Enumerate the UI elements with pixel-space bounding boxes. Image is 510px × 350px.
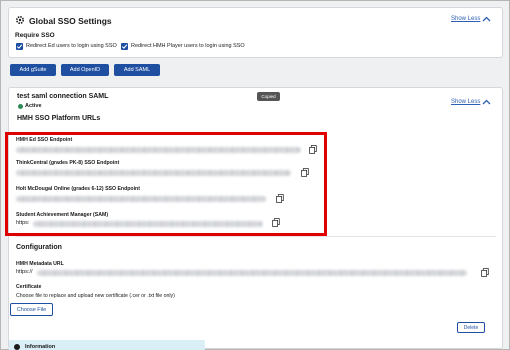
configuration-heading: Configuration [16, 244, 62, 251]
redirect-ed-checkbox[interactable] [16, 43, 23, 50]
global-sso-settings-panel: Global SSO Settings Show Less Require SS… [8, 7, 503, 58]
choose-file-button[interactable]: Choose File [10, 303, 53, 316]
certificate-help-text: Choose file to replace and upload new ce… [16, 293, 175, 299]
active-status-icon [18, 104, 23, 109]
delete-button[interactable]: Delete [457, 322, 485, 333]
chevron-up-icon[interactable] [482, 16, 491, 22]
checkmark-icon [16, 44, 23, 49]
copy-icon[interactable] [481, 268, 489, 277]
information-label: Information [25, 344, 56, 350]
information-banner: Information [9, 340, 205, 350]
require-sso-heading: Require SSO [15, 32, 55, 39]
chevron-up-icon[interactable] [482, 99, 491, 105]
show-less-link[interactable]: Show Less [451, 99, 480, 105]
redirect-ed-label: Redirect Ed users to login using SSO [26, 43, 117, 49]
highlight-box [5, 132, 327, 236]
metadata-url-label: HMH Metadata URL [16, 261, 64, 267]
platform-urls-heading: HMH SSO Platform URLs [17, 115, 101, 122]
connection-title: test saml connection SAML [17, 93, 109, 100]
copied-tooltip: Copied [257, 92, 280, 101]
add-saml-button[interactable]: Add SAML [114, 64, 160, 76]
global-sso-title: Global SSO Settings [29, 16, 112, 26]
divider [16, 236, 496, 237]
add-gsuite-button[interactable]: Add gSuite [10, 64, 56, 76]
status-badge: Active [25, 103, 42, 109]
checkmark-icon [121, 44, 128, 49]
metadata-url-prefix: https:// [16, 269, 33, 275]
settings-page: Global SSO Settings Show Less Require SS… [0, 0, 510, 350]
redirect-player-checkbox[interactable] [121, 43, 128, 50]
gear-icon [15, 15, 25, 25]
certificate-label: Certificate [16, 284, 42, 290]
add-openid-button[interactable]: Add OpenID [61, 64, 109, 76]
show-less-link[interactable]: Show Less [451, 16, 480, 22]
info-icon [14, 344, 20, 350]
metadata-url-value [37, 270, 467, 276]
redirect-player-label: Redirect HMH Player users to login using… [131, 43, 245, 49]
